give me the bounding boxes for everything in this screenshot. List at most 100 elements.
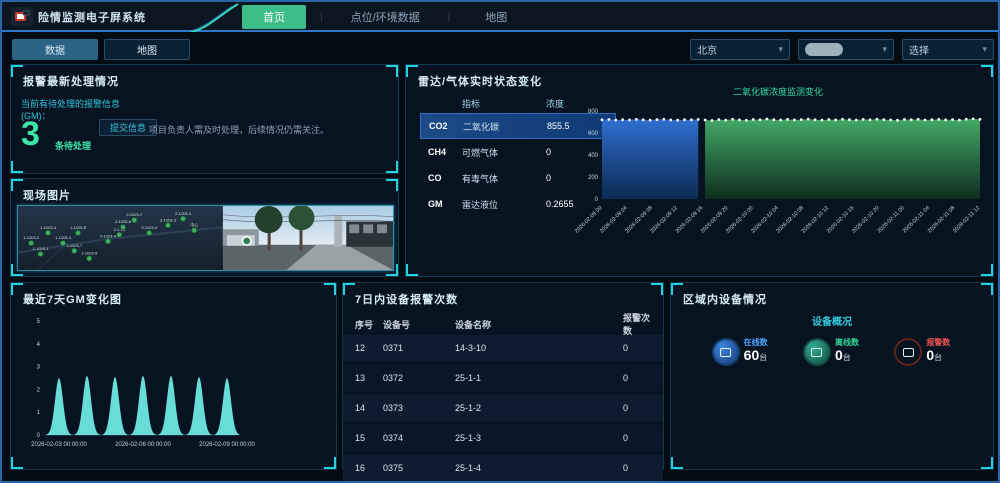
header-device-no: 设备号 <box>383 318 455 331</box>
gm-panel: 最近7天GM变化图 0123452026-02-03 00:00:002026-… <box>10 282 337 470</box>
device-icon <box>714 340 738 364</box>
gm-panel-title: 最近7天GM变化图 <box>23 291 122 307</box>
map-marker-label: 2-1/2/3-7 <box>126 212 142 217</box>
map-marker[interactable] <box>87 256 92 261</box>
co2-chart-title: 二氧化碳浓度监测变化 <box>568 85 988 99</box>
table-row[interactable]: 12037114-3-100 <box>343 335 663 361</box>
device-table-header: 序号 设备号 设备名称 报警次数 <box>343 313 663 335</box>
cell-dc4: 0 <box>593 343 653 353</box>
stat-texts: 报警数0台 <box>926 337 950 365</box>
map-marker-label: 中心 <box>190 222 198 227</box>
svg-text:200: 200 <box>588 175 599 181</box>
svg-text:2026-02-11 12: 2026-02-11 12 <box>952 205 981 234</box>
stat-item-alarm: 报警数0台 <box>896 337 950 365</box>
gm-chart-svg[interactable]: 0123452026-02-03 00:00:002026-02-06 00:0… <box>19 307 331 465</box>
table-row[interactable]: 15037425-1-30 <box>343 425 663 451</box>
map-marker-label: 2-1/2/3-4 <box>175 211 192 216</box>
gas-cell-name: 有毒气体 <box>462 172 546 185</box>
gas-panel-title: 雷达/气体实时状态变化 <box>418 73 542 89</box>
svg-text:2: 2 <box>37 387 41 393</box>
map-marker[interactable] <box>165 223 170 228</box>
map-marker[interactable] <box>29 241 34 246</box>
site-photo[interactable]: 1-1/2/3-21-1/2/3-41-1/2/3-11-1/2/3-41-1/… <box>17 205 394 271</box>
device-overview-subtitle: 设备概况 <box>671 313 993 328</box>
photo-panel: 现场图片 <box>10 178 399 277</box>
stat-value: 0台 <box>835 348 859 365</box>
stat-item-offline: 离线数0台 <box>805 337 859 365</box>
map-marker[interactable] <box>180 216 185 221</box>
map-view-button[interactable]: 地图 <box>104 39 190 60</box>
header-alarm-count: 报警次数 <box>593 311 653 337</box>
map-marker[interactable] <box>132 218 137 223</box>
table-row[interactable]: 16037525-1-40 <box>343 455 663 481</box>
map-marker-label: 1-1/2/3-7 <box>66 243 82 248</box>
alarm-count-suffix: 条待处理 <box>55 139 91 152</box>
map-marker[interactable] <box>192 228 197 233</box>
map-marker-label: 1-1/2/3-4 <box>40 225 57 230</box>
nav-tabs: 首页|点位/环境数据|地图 <box>242 6 528 28</box>
header-seq: 序号 <box>343 318 383 331</box>
table-row[interactable]: 14037325-1-20 <box>343 395 663 421</box>
map-marker[interactable] <box>75 230 80 235</box>
tab-3[interactable]: 地图 <box>464 5 528 29</box>
gas-cell-name: 可燃气体 <box>462 146 546 159</box>
cell-dc2: 0373 <box>383 403 455 413</box>
chevron-down-icon: ▾ <box>982 44 987 55</box>
cell-dc1: 13 <box>343 373 383 383</box>
cell-dc4: 0 <box>593 373 653 383</box>
tab-1[interactable]: 首页 <box>242 5 306 29</box>
map-marker[interactable] <box>60 241 65 246</box>
device-alarm-table: 序号 设备号 设备名称 报警次数 12037114-3-10013037225-… <box>343 313 663 483</box>
map-marker[interactable] <box>147 230 152 235</box>
stat-unit: 台 <box>759 353 767 362</box>
data-view-button[interactable]: 数据 <box>12 39 98 60</box>
device-select-value: 选择 <box>909 42 929 57</box>
table-row[interactable]: 13037225-1-10 <box>343 365 663 391</box>
co2-chart-svg[interactable]: 02004006008002026-02-09 002026-02-09 042… <box>568 99 986 267</box>
stat-item-online: 在线数60台 <box>714 337 768 365</box>
site-select-redacted-value <box>805 43 843 56</box>
svg-text:3: 3 <box>37 365 41 371</box>
device-select[interactable]: 选择 ▾ <box>902 39 994 60</box>
alarm-count: 3 <box>21 117 40 151</box>
gas-cell-name: 二氧化碳 <box>463 120 547 133</box>
photo-panel-title: 现场图片 <box>23 187 71 203</box>
chevron-down-icon: ▾ <box>882 44 887 55</box>
swoosh-decoration <box>188 2 240 32</box>
stat-unit: 台 <box>843 353 851 362</box>
map-marker[interactable] <box>45 230 50 235</box>
dashboard-page: 险情监测电子屏系统 首页|点位/环境数据|地图 数据 地图 北京 ▾ ▾ 选择 … <box>0 0 1000 483</box>
cell-dc1: 15 <box>343 433 383 443</box>
gas-cell-name: 雷达液位 <box>462 198 546 211</box>
cell-dc1: 16 <box>343 463 383 473</box>
cell-dc4: 0 <box>593 433 653 443</box>
svg-text:4: 4 <box>37 342 41 348</box>
chevron-down-icon: ▾ <box>778 44 783 55</box>
stat-value: 0台 <box>926 348 950 365</box>
svg-text:800: 800 <box>588 109 599 115</box>
device-stats: 在线数60台 离线数0台 报警数0台 <box>671 337 993 365</box>
cell-dc1: 14 <box>343 403 383 413</box>
alarm-note: 项目负责人需及时处理，后续情况仍需关注。 <box>149 123 329 136</box>
map-marker-label: 1-1/2/3-5 <box>70 225 87 230</box>
site-select[interactable]: ▾ <box>798 39 894 60</box>
map-marker[interactable] <box>38 251 43 256</box>
gas-cell-code: CO2 <box>421 121 463 131</box>
svg-text:600: 600 <box>588 131 599 137</box>
map-marker[interactable] <box>117 232 122 237</box>
svg-text:0: 0 <box>37 433 41 439</box>
map-marker[interactable] <box>120 225 125 230</box>
map-marker[interactable] <box>72 248 77 253</box>
logo-icon <box>14 10 30 24</box>
svg-text:1: 1 <box>37 410 41 416</box>
region-select[interactable]: 北京 ▾ <box>690 39 790 60</box>
device-icon <box>805 340 829 364</box>
region-select-value: 北京 <box>697 42 717 57</box>
cell-dc4: 0 <box>593 463 653 473</box>
tab-2[interactable]: 点位/环境数据 <box>337 5 434 29</box>
svg-text:2026-02-03 00:00:00: 2026-02-03 00:00:00 <box>31 442 87 448</box>
map-marker-label: 1-1/2/3-2 <box>23 235 39 240</box>
map-marker[interactable] <box>105 239 110 244</box>
map-marker-label: 2-1/2/3-4 <box>100 233 117 238</box>
header-device-name: 设备名称 <box>455 318 593 331</box>
